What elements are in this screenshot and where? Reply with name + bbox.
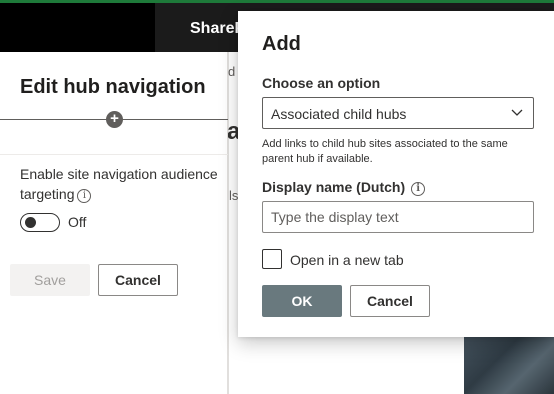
dialog-title: Add xyxy=(262,33,301,55)
suite-bar-brand: ShareP xyxy=(190,20,246,37)
display-name-label-text: Display name (Dutch) xyxy=(262,179,406,195)
display-name-label: Display name (Dutch) i xyxy=(262,179,426,196)
open-new-tab-label[interactable]: Open in a new tab xyxy=(290,252,404,268)
plus-circle-icon[interactable]: + xyxy=(106,111,123,128)
choose-option-label: Choose an option xyxy=(262,75,381,91)
toggle-knob xyxy=(25,217,36,228)
panel-cancel-button[interactable]: Cancel xyxy=(98,264,178,296)
audience-targeting-toggle[interactable] xyxy=(20,213,60,232)
save-button[interactable]: Save xyxy=(10,264,90,296)
ok-button[interactable]: OK xyxy=(262,285,342,317)
option-dropdown[interactable]: Associated child hubs xyxy=(262,97,534,129)
panel-title: Edit hub navigation xyxy=(20,76,206,98)
info-icon[interactable]: i xyxy=(411,182,426,196)
open-new-tab-checkbox[interactable] xyxy=(262,249,282,269)
toggle-state-label: Off xyxy=(68,214,87,230)
audience-targeting-label: Enable site navigation audience targetin… xyxy=(20,164,225,204)
chevron-down-icon xyxy=(511,109,523,116)
suite-bar-logo-area xyxy=(0,3,155,52)
add-link-dialog: Add Choose an option Associated child hu… xyxy=(238,11,554,337)
background-text-ls: ls xyxy=(229,188,239,203)
info-icon[interactable]: i xyxy=(77,189,92,203)
edit-hub-navigation-panel: Edit hub navigation + Enable site naviga… xyxy=(0,52,228,394)
dialog-cancel-button[interactable]: Cancel xyxy=(350,285,430,317)
option-help-text: Add links to child hub sites associated … xyxy=(262,138,508,165)
display-name-input[interactable] xyxy=(262,201,534,233)
background-text-d: d xyxy=(228,64,236,79)
section-divider xyxy=(0,154,228,155)
audience-targeting-text: Enable site navigation audience targetin… xyxy=(20,166,218,202)
dropdown-selected-value: Associated child hubs xyxy=(271,106,407,122)
